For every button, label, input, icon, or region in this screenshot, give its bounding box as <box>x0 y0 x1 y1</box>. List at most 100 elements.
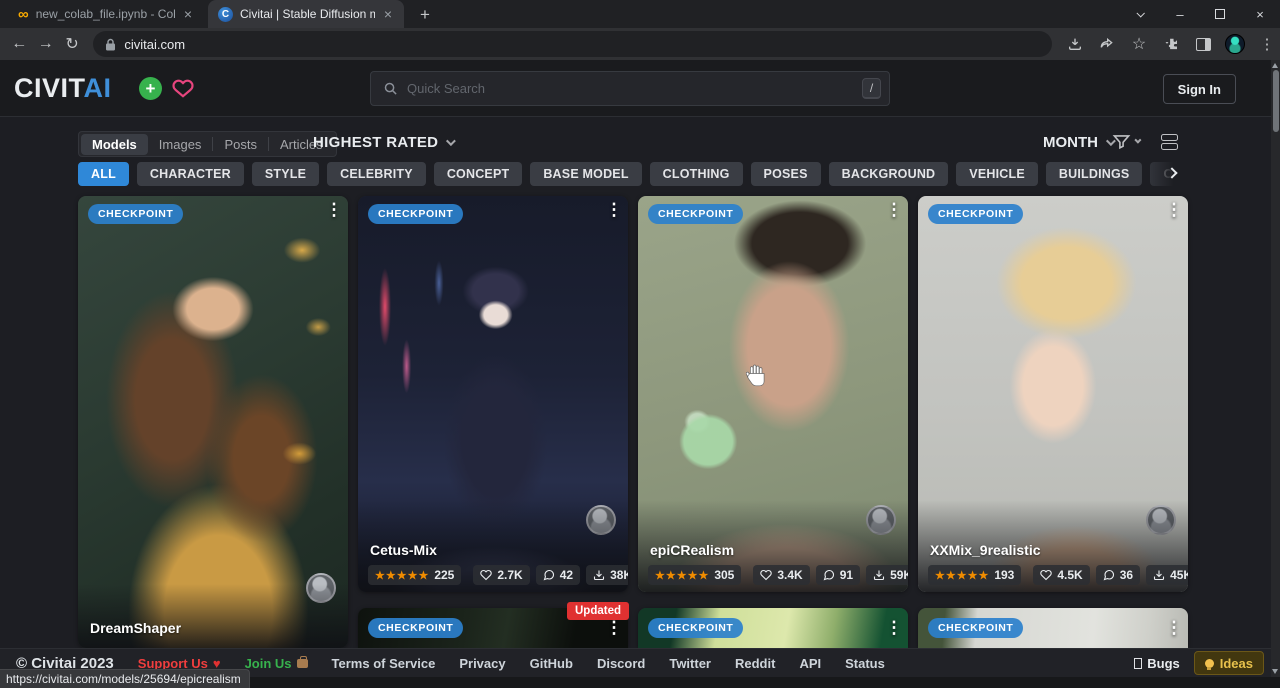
tab-models[interactable]: Models <box>81 134 148 155</box>
bookmark-star-icon[interactable]: ☆ <box>1126 31 1152 57</box>
chip-all[interactable]: ALL <box>78 162 129 186</box>
card-menu-icon[interactable]: ⋮ <box>322 200 346 220</box>
downloads-pill[interactable]: 59K <box>866 565 908 585</box>
browser-tab-civitai[interactable]: C Civitai | Stable Diffusion models, × <box>208 0 404 28</box>
tab-images[interactable]: Images <box>148 134 213 155</box>
scrollbar-up-arrow[interactable] <box>1272 63 1278 68</box>
footer-link-privacy[interactable]: Privacy <box>459 656 505 671</box>
filter-dropdown[interactable] <box>1112 132 1139 151</box>
comments-pill[interactable]: 42 <box>536 565 580 585</box>
maximize-button[interactable] <box>1200 0 1240 28</box>
comments-pill[interactable]: 91 <box>816 565 860 585</box>
footer-link-status[interactable]: Status <box>845 656 885 671</box>
browser-window: ∞ new_colab_file.ipynb - Colaborat × C C… <box>0 0 1280 688</box>
bugs-button[interactable]: Bugs <box>1134 656 1180 671</box>
scrollbar-down-arrow[interactable] <box>1272 669 1278 674</box>
favorites-heart-icon[interactable] <box>170 76 196 100</box>
footer-link-discord[interactable]: Discord <box>597 656 645 671</box>
rating-pill[interactable]: ★★★★★225 <box>368 565 461 585</box>
model-card-partial[interactable]: CHECKPOINT ⋮ <box>918 608 1188 648</box>
close-window-button[interactable]: × <box>1240 0 1280 28</box>
chips-scroll-right-button[interactable] <box>1162 163 1182 183</box>
ideas-button[interactable]: Ideas <box>1194 651 1264 675</box>
period-dropdown[interactable]: MONTH <box>1043 134 1113 151</box>
card-menu-icon[interactable]: ⋮ <box>602 618 626 638</box>
likes-pill[interactable]: 4.5K <box>1033 565 1089 585</box>
checkpoint-badge: CHECKPOINT <box>368 204 463 224</box>
minimize-button[interactable]: – <box>1160 0 1200 28</box>
civitai-logo[interactable]: CIVITAI <box>14 73 112 104</box>
downloads-pill[interactable]: 45K <box>1146 565 1188 585</box>
chip-character[interactable]: CHARACTER <box>137 162 244 186</box>
comments-count: 36 <box>1120 568 1133 582</box>
model-title: Cetus-Mix <box>370 542 437 558</box>
forward-button[interactable]: → <box>32 35 58 53</box>
comments-pill[interactable]: 36 <box>1096 565 1140 585</box>
chip-celebrity[interactable]: CELEBRITY <box>327 162 426 186</box>
tab-posts[interactable]: Posts <box>213 134 268 155</box>
chip-background[interactable]: BACKGROUND <box>829 162 949 186</box>
model-card-dreamshaper[interactable]: CHECKPOINT ⋮ DreamShaper <box>78 196 348 648</box>
chip-style[interactable]: STYLE <box>252 162 319 186</box>
model-card-partial[interactable]: CHECKPOINT ⋮ <box>638 608 908 648</box>
download-page-icon[interactable] <box>1062 31 1088 57</box>
search-icon <box>383 81 398 96</box>
chevron-down-icon <box>1134 137 1141 144</box>
scrollbar-thumb[interactable] <box>1273 70 1279 132</box>
rating-count: 305 <box>714 568 734 582</box>
card-menu-icon[interactable]: ⋮ <box>1162 618 1186 638</box>
search-input[interactable] <box>407 81 853 96</box>
footer-link-reddit[interactable]: Reddit <box>735 656 775 671</box>
downloads-pill[interactable]: 38K <box>586 565 628 585</box>
likes-pill[interactable]: 3.4K <box>753 565 809 585</box>
checkpoint-badge: CHECKPOINT <box>88 204 183 224</box>
model-card-epicrealism[interactable]: CHECKPOINT ⋮ epiCRealism ★★★★★305 3.4K 9… <box>638 196 908 592</box>
quick-search-box[interactable]: / <box>370 71 890 106</box>
model-card-partial[interactable]: Updated CHECKPOINT ⋮ <box>358 608 628 648</box>
create-plus-button[interactable]: + <box>139 77 162 100</box>
browser-menu-icon[interactable]: ⋮ <box>1254 31 1280 57</box>
chip-clothing[interactable]: CLOTHING <box>650 162 743 186</box>
site-header: CIVITAI + / Sign In <box>0 60 1280 117</box>
card-menu-icon[interactable]: ⋮ <box>602 200 626 220</box>
new-tab-button[interactable]: + <box>412 2 438 28</box>
checkpoint-badge: CHECKPOINT <box>648 618 743 638</box>
card-menu-icon[interactable]: ⋮ <box>882 618 906 638</box>
footer-link-join-us[interactable]: Join Us <box>245 656 308 671</box>
profile-avatar[interactable] <box>1222 31 1248 57</box>
rating-pill[interactable]: ★★★★★193 <box>928 565 1021 585</box>
card-menu-icon[interactable]: ⋮ <box>882 200 906 220</box>
category-chip-row: ALL CHARACTER STYLE CELEBRITY CONCEPT BA… <box>78 162 1176 187</box>
sign-in-button[interactable]: Sign In <box>1163 74 1236 104</box>
back-button[interactable]: ← <box>6 35 32 53</box>
likes-count: 2.7K <box>497 568 522 582</box>
footer-link-github[interactable]: GitHub <box>530 656 573 671</box>
chip-buildings[interactable]: BUILDINGS <box>1046 162 1143 186</box>
chip-poses[interactable]: POSES <box>751 162 821 186</box>
address-bar[interactable]: civitai.com <box>93 31 1052 57</box>
footer-link-twitter[interactable]: Twitter <box>669 656 711 671</box>
likes-count: 3.4K <box>777 568 802 582</box>
tab-close-icon[interactable]: × <box>182 6 194 22</box>
tab-search-chevron-icon[interactable] <box>1120 0 1160 28</box>
chip-concept[interactable]: CONCEPT <box>434 162 523 186</box>
rating-pill[interactable]: ★★★★★305 <box>648 565 741 585</box>
sort-dropdown[interactable]: HIGHEST RATED <box>313 134 453 151</box>
browser-tab-colab[interactable]: ∞ new_colab_file.ipynb - Colaborat × <box>8 0 204 28</box>
chip-vehicle[interactable]: VEHICLE <box>956 162 1038 186</box>
card-menu-icon[interactable]: ⋮ <box>1162 200 1186 220</box>
extensions-puzzle-icon[interactable] <box>1158 31 1184 57</box>
footer-link-api[interactable]: API <box>799 656 821 671</box>
card-layout-toggle-icon[interactable] <box>1161 134 1178 152</box>
page-scrollbar[interactable] <box>1271 60 1280 677</box>
tab-close-icon[interactable]: × <box>382 6 394 22</box>
lightbulb-icon <box>1205 659 1214 668</box>
likes-pill[interactable]: 2.7K <box>473 565 529 585</box>
side-panel-icon[interactable] <box>1190 31 1216 57</box>
share-icon[interactable] <box>1094 31 1120 57</box>
model-card-cetus-mix[interactable]: CHECKPOINT ⋮ Cetus-Mix ★★★★★225 2.7K 42 … <box>358 196 628 592</box>
chip-base-model[interactable]: BASE MODEL <box>530 162 641 186</box>
footer-link-terms[interactable]: Terms of Service <box>332 656 436 671</box>
model-card-xxmix-9realistic[interactable]: CHECKPOINT ⋮ XXMix_9realistic ★★★★★193 4… <box>918 196 1188 592</box>
reload-button[interactable]: ↻ <box>59 34 85 54</box>
